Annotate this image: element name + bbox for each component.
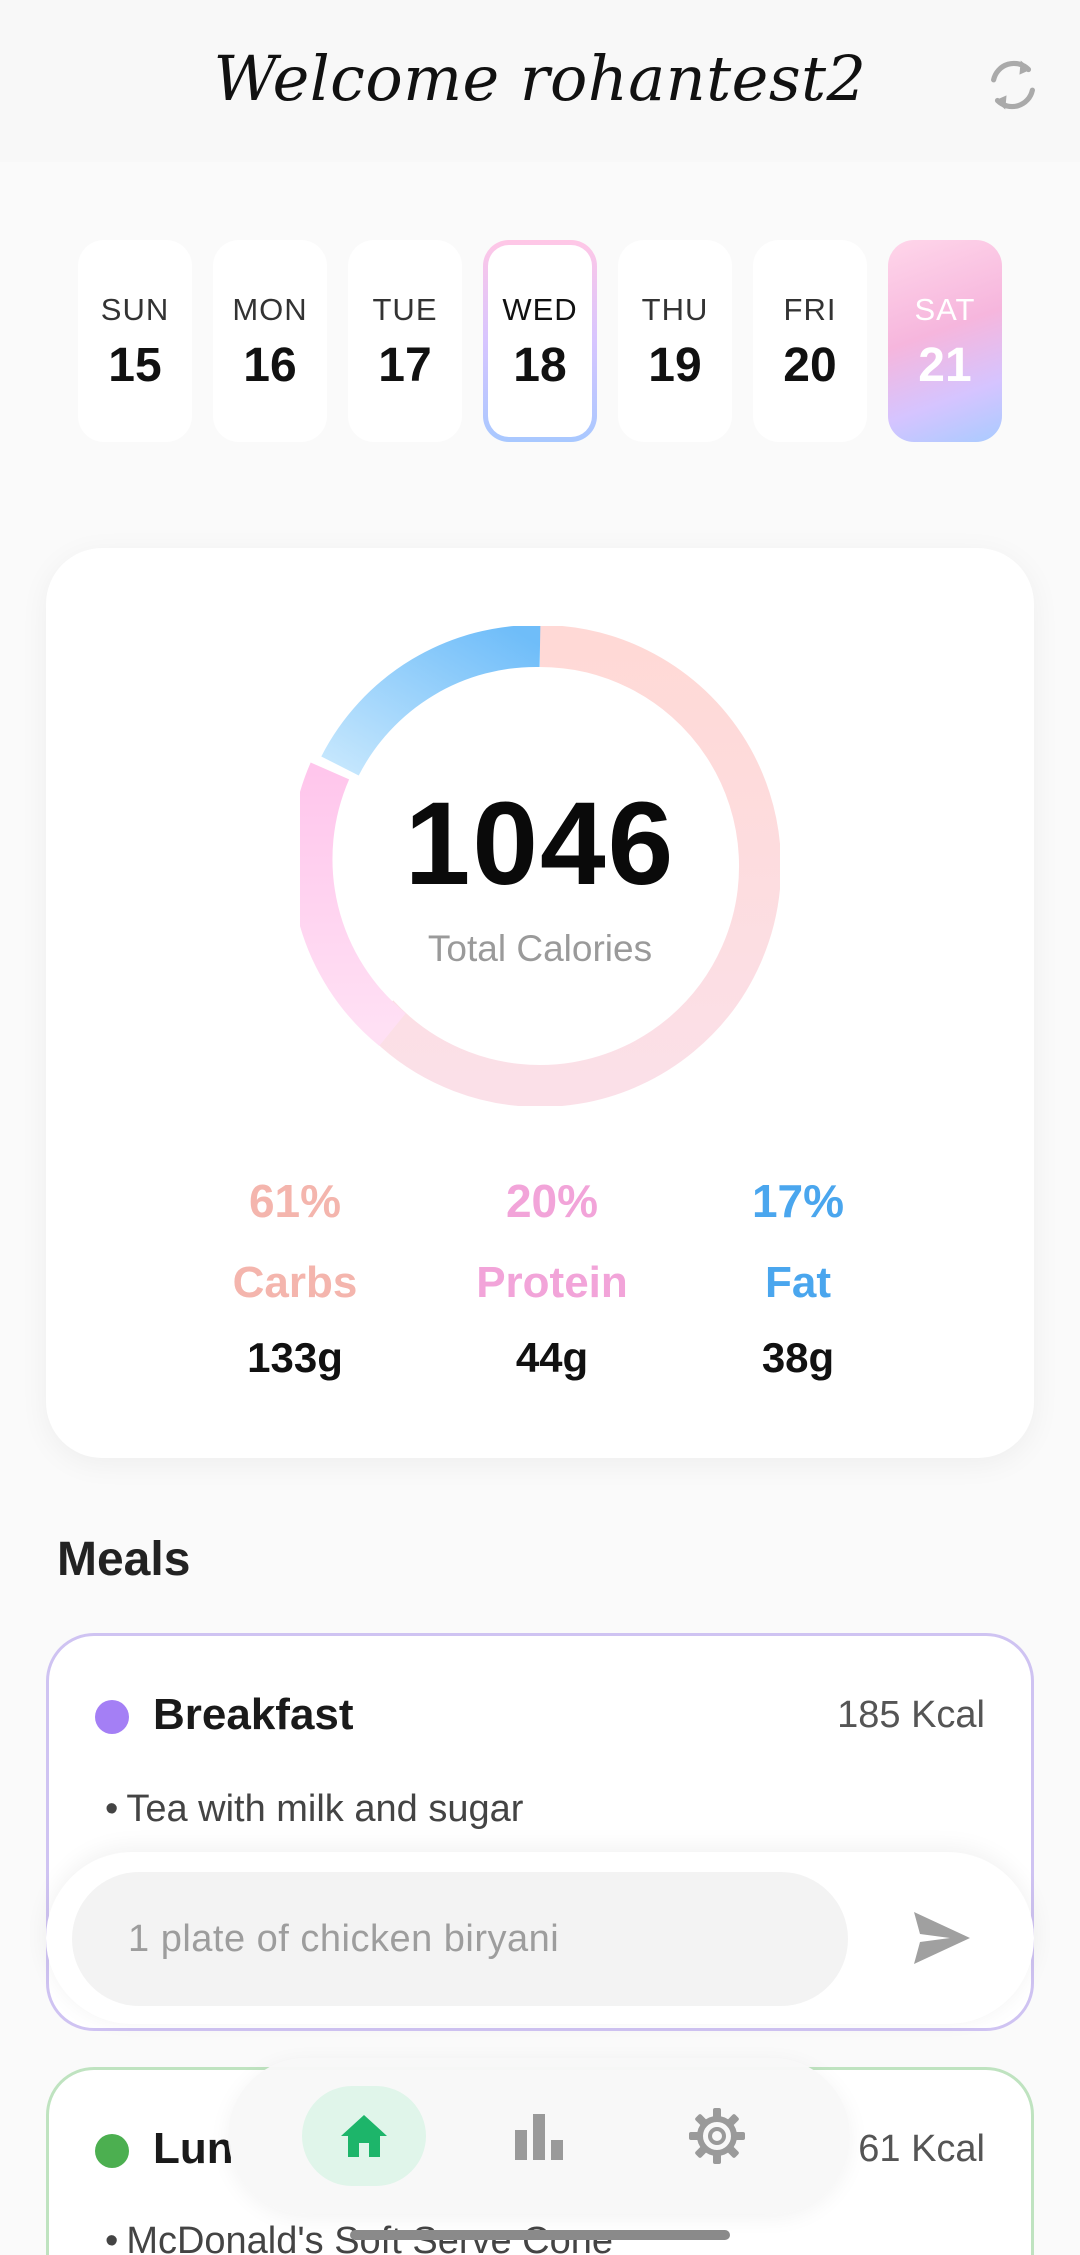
macro-protein: 20% Protein 44g [442, 1174, 662, 1382]
day-wed-selected[interactable]: WED 18 [483, 240, 597, 442]
day-date: 18 [513, 339, 567, 392]
meal-dot [95, 1700, 129, 1734]
day-name: TUE [372, 292, 438, 327]
refresh-icon[interactable] [982, 54, 1044, 116]
macro-percent: 61% [248, 1175, 342, 1227]
day-tue[interactable]: TUE 17 [348, 240, 462, 442]
macro-name: Protein [476, 1258, 628, 1307]
day-thu[interactable]: THU 19 [618, 240, 732, 442]
meal-name: Lun [153, 2124, 234, 2173]
calories-card: 1046 Total Calories 61% Carbs 133g 20% P… [46, 548, 1034, 1458]
macro-grams: 133g [247, 1334, 343, 1381]
day-mon[interactable]: MON 16 [213, 240, 327, 442]
day-date: 21 [918, 339, 972, 392]
nav-home-button[interactable] [302, 2086, 426, 2186]
day-date: 15 [108, 339, 162, 392]
welcome-title: Welcome rohantest2 [213, 42, 867, 115]
meal-kcal: 185 Kcal [837, 1694, 985, 1736]
macro-fat: 17% Fat 38g [688, 1174, 908, 1382]
total-calories-label: Total Calories [427, 928, 653, 969]
day-date: 19 [648, 339, 702, 392]
day-name: FRI [783, 292, 837, 327]
day-name: WED [502, 292, 578, 327]
day-name: THU [641, 292, 709, 327]
day-sat-today[interactable]: SAT 21 [888, 240, 1002, 442]
macro-percent: 20% [505, 1175, 599, 1227]
macro-name: Carbs [232, 1258, 358, 1307]
meal-item-text: Tea with milk and sugar [126, 1788, 524, 1830]
send-icon[interactable] [910, 1908, 974, 1968]
app-header: Welcome rohantest2 [0, 0, 1080, 162]
meal-kcal: 61 Kcal [858, 2128, 985, 2170]
gesture-handle [350, 2230, 730, 2240]
day-date: 20 [783, 339, 837, 392]
meal-dot [95, 2134, 129, 2168]
macro-grams: 44g [515, 1334, 589, 1381]
day-name: SAT [914, 292, 976, 327]
week-day-strip: SUN 15 MON 16 TUE 17 WED 18 THU 19 FRI 2… [70, 240, 1015, 445]
bar-chart-icon[interactable] [513, 2110, 565, 2162]
macro-name: Fat [765, 1258, 831, 1307]
home-icon [341, 2115, 387, 2157]
ring-segment-fat [321, 626, 541, 776]
macro-percent: 17% [751, 1175, 845, 1227]
meal-name: Breakfast [153, 1690, 354, 1739]
food-input-bar: 1 plate of chicken biryani [46, 1852, 1034, 2024]
gear-icon[interactable] [687, 2106, 747, 2166]
meals-heading: Meals [57, 1533, 191, 1586]
macro-carbs: 61% Carbs 133g [185, 1174, 405, 1382]
meal-item: • Tea with milk and sugar [105, 1788, 524, 1830]
day-date: 17 [378, 339, 432, 392]
bottom-nav [228, 2058, 850, 2214]
day-name: MON [232, 292, 308, 327]
total-calories-value: 1046 [404, 778, 676, 910]
day-sun[interactable]: SUN 15 [78, 240, 192, 442]
food-input[interactable]: 1 plate of chicken biryani [72, 1872, 848, 2006]
day-date: 16 [243, 339, 297, 392]
day-name: SUN [100, 292, 170, 327]
macro-grams: 38g [761, 1334, 835, 1381]
day-fri[interactable]: FRI 20 [753, 240, 867, 442]
